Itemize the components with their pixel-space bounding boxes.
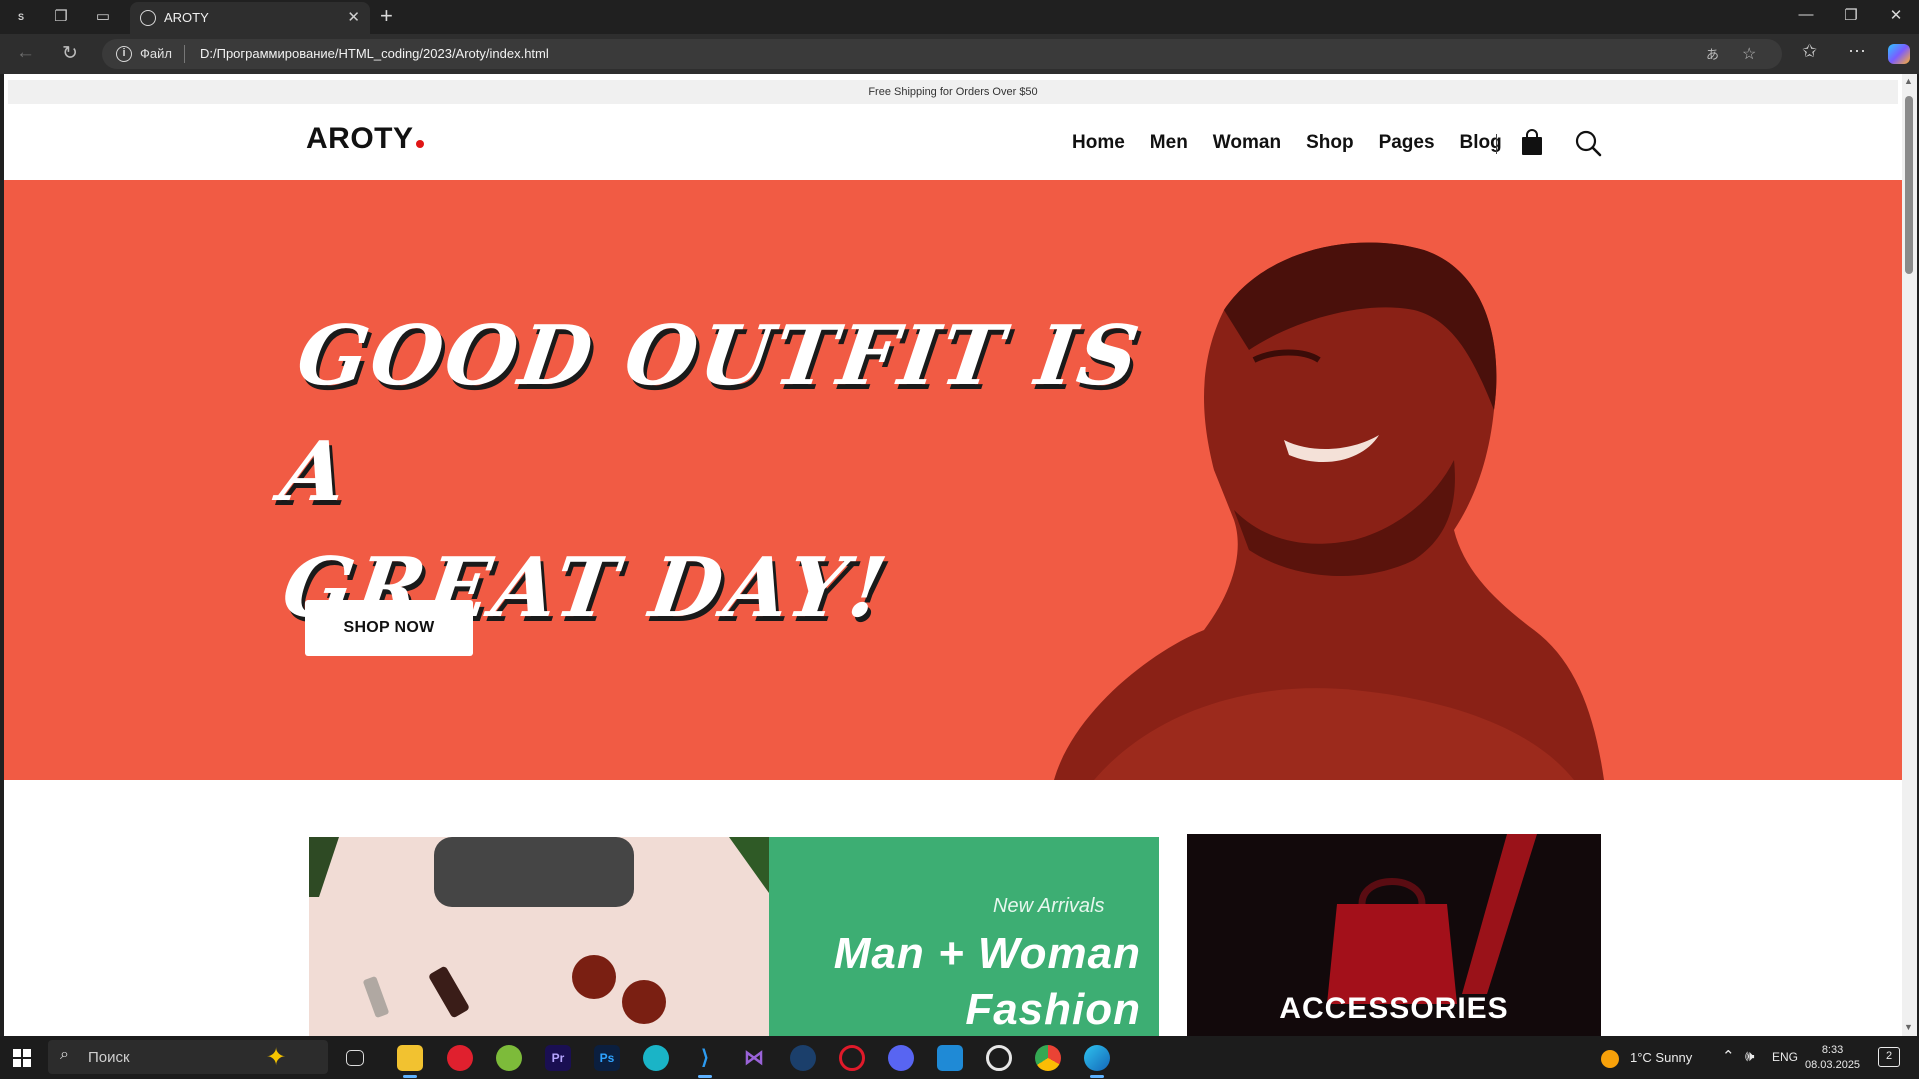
refresh-icon[interactable]: ↻: [62, 42, 78, 65]
clock-time: 8:33: [1821, 1044, 1844, 1056]
tab-title: AROTY: [164, 10, 209, 25]
translate-icon[interactable]: あ: [1706, 44, 1719, 63]
clock-date: 08.03.2025: [1805, 1059, 1861, 1071]
main-nav: Home Men Woman Shop Pages Blog: [1072, 132, 1502, 154]
scrollbar-thumb[interactable]: [1905, 96, 1913, 274]
copilot-icon[interactable]: [1888, 44, 1910, 64]
globe-icon: [140, 10, 156, 26]
minimize-icon[interactable]: —: [1786, 6, 1826, 23]
weather-sun-icon: [1601, 1050, 1619, 1068]
search-icon[interactable]: [1574, 129, 1602, 157]
scroll-down-icon[interactable]: ▼: [1904, 1022, 1913, 1032]
accessories-card[interactable]: ACCESSORIES: [1187, 834, 1601, 1036]
fashion-card[interactable]: New Arrivals Man + Woman Fashion: [309, 837, 1159, 1036]
overwatch-icon[interactable]: [986, 1045, 1012, 1071]
search-icon: ⌕: [60, 1046, 69, 1063]
nav-home[interactable]: Home: [1072, 132, 1125, 154]
close-window-icon[interactable]: ✕: [1876, 6, 1916, 24]
tab-actions-icon[interactable]: ▭: [90, 5, 116, 29]
copilot-sparkle-icon[interactable]: ✦: [266, 1043, 286, 1072]
url-text[interactable]: D:/Программирование/HTML_coding/2023/Aro…: [200, 46, 549, 61]
info-icon[interactable]: i: [116, 46, 132, 62]
taskbar-clock[interactable]: 8:33 08.03.2025: [1805, 1043, 1860, 1073]
notification-count: 2: [1885, 1050, 1893, 1062]
logo-dot: [415, 140, 424, 148]
new-arrivals-label: New Arrivals: [993, 895, 1105, 917]
shopping-bag-icon[interactable]: [1520, 129, 1544, 155]
hero-model-image: [1054, 242, 1604, 780]
back-icon[interactable]: ←: [16, 42, 35, 64]
vscode-icon[interactable]: ⟩: [692, 1045, 718, 1078]
close-tab-icon[interactable]: ✕: [347, 8, 360, 26]
hero-banner: GOOD OUTFIT IS A GREAT DAY! SHOP NOW: [4, 180, 1902, 780]
teal-browser-icon[interactable]: [643, 1045, 669, 1071]
outlook-icon[interactable]: [937, 1045, 963, 1071]
steam-icon[interactable]: [790, 1045, 816, 1071]
favorites-icon[interactable]: ✩: [1802, 41, 1817, 62]
browser-chrome: S ❐ ▭ AROTY ✕ + — ❐ ✕ ← ↻ i Файл D:/Прог…: [0, 0, 1919, 74]
language-indicator[interactable]: ENG: [1772, 1050, 1798, 1064]
fashion-card-title-line1: Man + Woman: [833, 929, 1141, 978]
site-logo[interactable]: AROTY: [306, 122, 424, 156]
address-scheme: Файл: [140, 46, 172, 61]
fashion-card-title-line2: Fashion: [965, 985, 1141, 1034]
shop-now-button[interactable]: SHOP NOW: [305, 600, 473, 656]
logo-text: AROTY: [306, 122, 414, 155]
browser-tab[interactable]: AROTY ✕: [130, 2, 370, 34]
task-view-icon[interactable]: [346, 1050, 364, 1066]
scroll-up-icon[interactable]: ▲: [1904, 76, 1913, 86]
workspaces-icon[interactable]: ❐: [48, 5, 74, 29]
browser-toolbar: ← ↻ i Файл D:/Программирование/HTML_codi…: [0, 34, 1919, 74]
premiere-pro-icon[interactable]: Pr: [545, 1045, 571, 1071]
nav-divider: [1496, 134, 1497, 154]
acrobat-icon[interactable]: [447, 1045, 473, 1071]
nav-pages[interactable]: Pages: [1379, 132, 1435, 154]
volume-icon[interactable]: 🕪: [1745, 1048, 1754, 1065]
file-explorer-icon[interactable]: [397, 1045, 423, 1078]
address-divider: [184, 45, 185, 63]
site-header: AROTY Home Men Woman Shop Pages Blog: [4, 104, 1902, 180]
taskbar-search-placeholder: Поиск: [88, 1049, 130, 1066]
page-scrollbar[interactable]: ▲ ▼: [1902, 74, 1917, 1036]
windows-start-icon[interactable]: [13, 1049, 31, 1067]
chrome-icon[interactable]: [1035, 1045, 1061, 1071]
opera-icon[interactable]: [839, 1045, 865, 1071]
nav-shop[interactable]: Shop: [1306, 132, 1354, 154]
favorite-star-icon[interactable]: ☆: [1742, 44, 1756, 64]
restore-icon[interactable]: ❐: [1831, 6, 1871, 24]
tray-chevron-icon[interactable]: ⌃: [1722, 1047, 1735, 1065]
edge-icon[interactable]: [1084, 1045, 1110, 1078]
promo-bar: Free Shipping for Orders Over $50: [8, 80, 1898, 104]
taskbar-search[interactable]: ⌕ Поиск ✦: [48, 1040, 328, 1074]
address-bar[interactable]: i Файл D:/Программирование/HTML_coding/2…: [102, 39, 1782, 69]
accessories-title: ACCESSORIES: [1279, 992, 1509, 1025]
more-menu-icon[interactable]: ⋯: [1848, 41, 1866, 62]
photoshop-icon[interactable]: Ps: [594, 1045, 620, 1071]
page-viewport: Free Shipping for Orders Over $50 AROTY …: [4, 74, 1902, 1036]
notification-center-icon[interactable]: 2: [1878, 1047, 1900, 1067]
category-cards: New Arrivals Man + Woman Fashion ACCESSO…: [4, 780, 1902, 1036]
visual-studio-icon[interactable]: ⋈: [741, 1045, 767, 1071]
profile-icon[interactable]: S: [8, 5, 34, 29]
new-tab-button[interactable]: +: [380, 3, 393, 29]
nav-men[interactable]: Men: [1150, 132, 1188, 154]
windows-taskbar: ⌕ Поиск ✦ Pr Ps ⟩ ⋈ 1°C Sunny ⌃ 🕪 ENG 8:…: [0, 1036, 1919, 1079]
green-app-icon[interactable]: [496, 1045, 522, 1071]
nav-woman[interactable]: Woman: [1213, 132, 1281, 154]
weather-text[interactable]: 1°C Sunny: [1630, 1050, 1692, 1065]
tab-strip: S ❐ ▭ AROTY ✕ + — ❐ ✕: [0, 0, 1919, 34]
discord-icon[interactable]: [888, 1045, 914, 1071]
